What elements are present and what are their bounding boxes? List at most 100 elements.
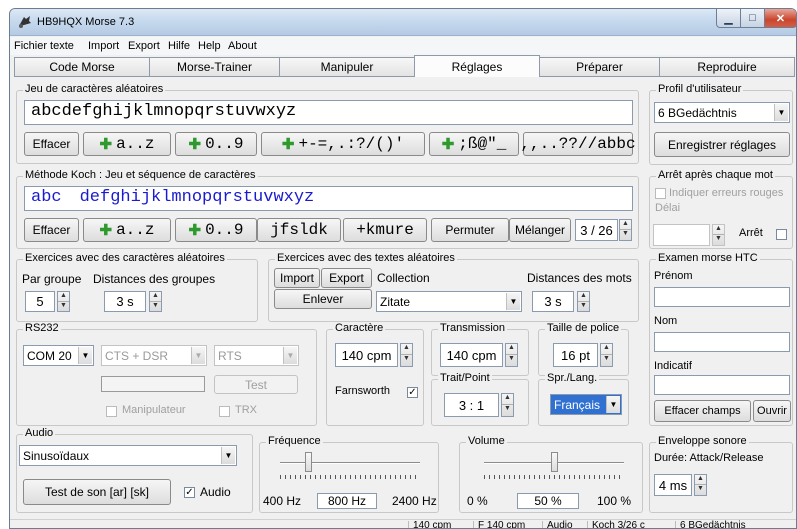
callsign-field[interactable] — [654, 375, 790, 395]
koch-permute-button[interactable]: Permuter — [431, 218, 509, 242]
delay-field[interactable] — [653, 224, 710, 246]
spin-up-icon[interactable]: ▲ — [502, 394, 513, 405]
spin-down-icon[interactable]: ▼ — [601, 355, 612, 366]
word-distance-field[interactable]: 3 s — [532, 291, 574, 312]
menu-help[interactable]: Help — [198, 40, 221, 52]
koch-add-az-label: a..z — [116, 221, 155, 239]
tab-reproduire[interactable]: Reproduire — [659, 57, 795, 77]
title-bar[interactable]: HB9HQX Morse 7.3 ▁ □ ✕ — [10, 9, 796, 36]
close-button[interactable]: ✕ — [764, 9, 796, 28]
volume-slider-thumb[interactable] — [551, 452, 558, 472]
random-add-special-button[interactable]: ✚ ;ß@"_ — [429, 132, 519, 156]
tab-preparer[interactable]: Préparer — [539, 57, 660, 77]
sound-test-button[interactable]: Test de son [ar] [sk] — [23, 479, 171, 505]
spin-up-icon[interactable]: ▲ — [695, 475, 706, 485]
transmission-speed-spinner[interactable]: ▲ ▼ — [505, 343, 518, 367]
menu-import[interactable]: Import — [88, 40, 119, 52]
tab-reglages[interactable]: Réglages — [414, 55, 540, 77]
spin-up-icon[interactable]: ▲ — [150, 292, 161, 302]
menu-about[interactable]: About — [228, 40, 257, 52]
key-checkbox[interactable] — [106, 406, 117, 417]
menu-export[interactable]: Export — [128, 40, 160, 52]
spin-up-icon[interactable]: ▲ — [601, 344, 612, 355]
handshake-select[interactable]: CTS + DSR ▼ — [101, 345, 207, 366]
clear-fields-button[interactable]: Effacer champs — [654, 400, 751, 422]
transmission-speed-field[interactable]: 140 cpm — [440, 343, 503, 367]
tab-manipuler[interactable]: Manipuler — [279, 57, 415, 77]
first-name-label: Prénom — [654, 270, 693, 282]
koch-add-digits-button[interactable]: ✚ 0..9 — [175, 218, 257, 242]
character-speed-field[interactable]: 140 cpm — [335, 343, 398, 367]
random-add-punct-button[interactable]: ✚ +-=,.:?/()' — [261, 132, 425, 156]
show-errors-checkbox[interactable] — [655, 188, 666, 199]
profile-select[interactable]: 6 BGedächtnis ▼ — [654, 102, 790, 123]
koch-counter-spinner[interactable]: ▲ ▼ — [619, 219, 632, 241]
plus-icon: ✚ — [99, 222, 113, 239]
collection-select[interactable]: Zitate ▼ — [376, 291, 522, 312]
per-group-field[interactable]: 5 — [25, 291, 55, 312]
spin-down-icon[interactable]: ▼ — [401, 355, 412, 366]
tab-code-morse[interactable]: Code Morse — [14, 57, 150, 77]
stop-checkbox[interactable] — [776, 229, 787, 240]
random-add-digits-button[interactable]: ✚ 0..9 — [175, 132, 257, 156]
spin-down-icon[interactable]: ▼ — [578, 302, 589, 312]
dot-dash-spinner[interactable]: ▲ ▼ — [501, 393, 514, 417]
text-remove-button[interactable]: Enlever — [274, 289, 372, 309]
spin-up-icon[interactable]: ▲ — [713, 225, 724, 235]
random-add-az-button[interactable]: ✚ a..z — [83, 132, 171, 156]
spin-up-icon[interactable]: ▲ — [506, 344, 517, 355]
envelope-spinner[interactable]: ▲ ▼ — [694, 474, 707, 496]
per-group-spinner[interactable]: ▲ ▼ — [57, 291, 70, 312]
character-speed-spinner[interactable]: ▲ ▼ — [400, 343, 413, 367]
trx-checkbox[interactable] — [219, 406, 230, 417]
com-port-select[interactable]: COM 20 ▼ — [23, 345, 94, 366]
minimize-button[interactable]: ▁ — [716, 9, 741, 28]
maximize-button[interactable]: □ — [740, 9, 765, 28]
spin-up-icon[interactable]: ▲ — [58, 292, 69, 302]
audio-checkbox[interactable]: ✓ — [184, 487, 195, 498]
delay-spinner[interactable]: ▲ ▼ — [712, 224, 725, 246]
koch-set-kmure-button[interactable]: +kmure — [343, 218, 427, 242]
rs232-test-button[interactable]: Test — [214, 375, 298, 394]
tab-morse-trainer[interactable]: Morse-Trainer — [149, 57, 280, 77]
spin-down-icon[interactable]: ▼ — [502, 405, 513, 416]
word-distance-spinner[interactable]: ▲ ▼ — [577, 291, 590, 312]
waveform-select[interactable]: Sinusoïdaux ▼ — [19, 445, 237, 466]
frequency-slider-thumb[interactable] — [305, 452, 312, 472]
text-export-button[interactable]: Export — [321, 268, 372, 288]
koch-set-jfsldk-button[interactable]: jfsldk — [257, 218, 341, 242]
koch-add-az-button[interactable]: ✚ a..z — [83, 218, 171, 242]
font-size-spinner[interactable]: ▲ ▼ — [600, 343, 613, 367]
spin-down-icon[interactable]: ▼ — [620, 230, 631, 240]
name-field[interactable] — [654, 332, 790, 352]
random-chars-field[interactable]: abcdefghijklmnopqrstuvwxyz — [24, 100, 633, 125]
font-size-field[interactable]: 16 pt — [553, 343, 598, 367]
spin-down-icon[interactable]: ▼ — [713, 235, 724, 245]
spin-up-icon[interactable]: ▲ — [578, 292, 589, 302]
koch-counter[interactable]: 3 / 26 — [575, 219, 618, 241]
random-clear-button[interactable]: Effacer — [24, 132, 79, 156]
spin-up-icon[interactable]: ▲ — [401, 344, 412, 355]
farnsworth-checkbox[interactable]: ✓ — [407, 387, 418, 398]
spin-down-icon[interactable]: ▼ — [695, 485, 706, 495]
envelope-field[interactable]: 4 ms — [654, 474, 692, 496]
menu-fichier-texte[interactable]: Fichier texte — [14, 40, 74, 52]
koch-shuffle-button[interactable]: Mélanger — [509, 218, 571, 242]
language-select[interactable]: Français ▼ — [550, 394, 622, 415]
menu-hilfe[interactable]: Hilfe — [168, 40, 190, 52]
koch-chars-field[interactable]: abc defghijklmnopqrstuvwxyz — [24, 186, 633, 211]
spin-down-icon[interactable]: ▼ — [58, 302, 69, 312]
spin-down-icon[interactable]: ▼ — [150, 302, 161, 312]
spin-up-icon[interactable]: ▲ — [620, 220, 631, 230]
spin-down-icon[interactable]: ▼ — [506, 355, 517, 366]
open-button[interactable]: Ouvrir — [753, 400, 791, 422]
dot-dash-field[interactable]: 3 : 1 — [444, 393, 499, 417]
group-distance-field[interactable]: 3 s — [104, 291, 146, 312]
rts-select[interactable]: RTS ▼ — [214, 345, 299, 366]
first-name-field[interactable] — [654, 287, 790, 307]
group-distance-spinner[interactable]: ▲ ▼ — [149, 291, 162, 312]
text-import-button[interactable]: Import — [274, 268, 320, 288]
save-settings-button[interactable]: Enregistrer réglages — [654, 132, 790, 157]
koch-clear-button[interactable]: Effacer — [24, 218, 79, 242]
random-custom-button[interactable]: ,,..??//abbc — [520, 132, 636, 156]
